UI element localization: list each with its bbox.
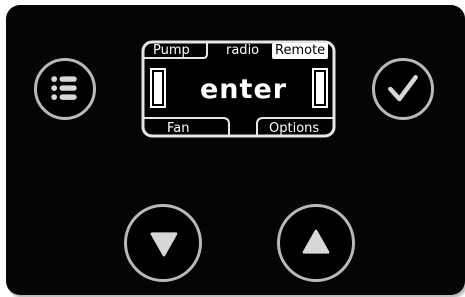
menu-button[interactable] — [34, 58, 96, 120]
down-triangle-icon — [150, 232, 178, 257]
left-scroll-indicator — [154, 72, 162, 104]
softkey-fan[interactable]: Fan — [167, 122, 190, 135]
softkey-options[interactable]: Options — [269, 122, 319, 135]
tab-pump[interactable]: Pump — [153, 44, 190, 57]
right-scroll-indicator — [316, 72, 324, 104]
tab-remote[interactable]: Remote — [272, 43, 329, 59]
up-triangle-icon — [302, 229, 330, 254]
confirm-button[interactable] — [372, 58, 434, 120]
lcd-display: Pump radio Remote enter Fan Options — [141, 40, 336, 138]
up-button[interactable] — [277, 204, 355, 282]
down-button[interactable] — [124, 204, 202, 282]
tab-radio[interactable]: radio — [226, 44, 259, 57]
control-panel: Pump radio Remote enter Fan Options — [6, 5, 465, 295]
display-main-text: enter — [200, 74, 288, 105]
menu-list-icon — [51, 76, 77, 101]
checkmark-icon — [388, 75, 418, 102]
